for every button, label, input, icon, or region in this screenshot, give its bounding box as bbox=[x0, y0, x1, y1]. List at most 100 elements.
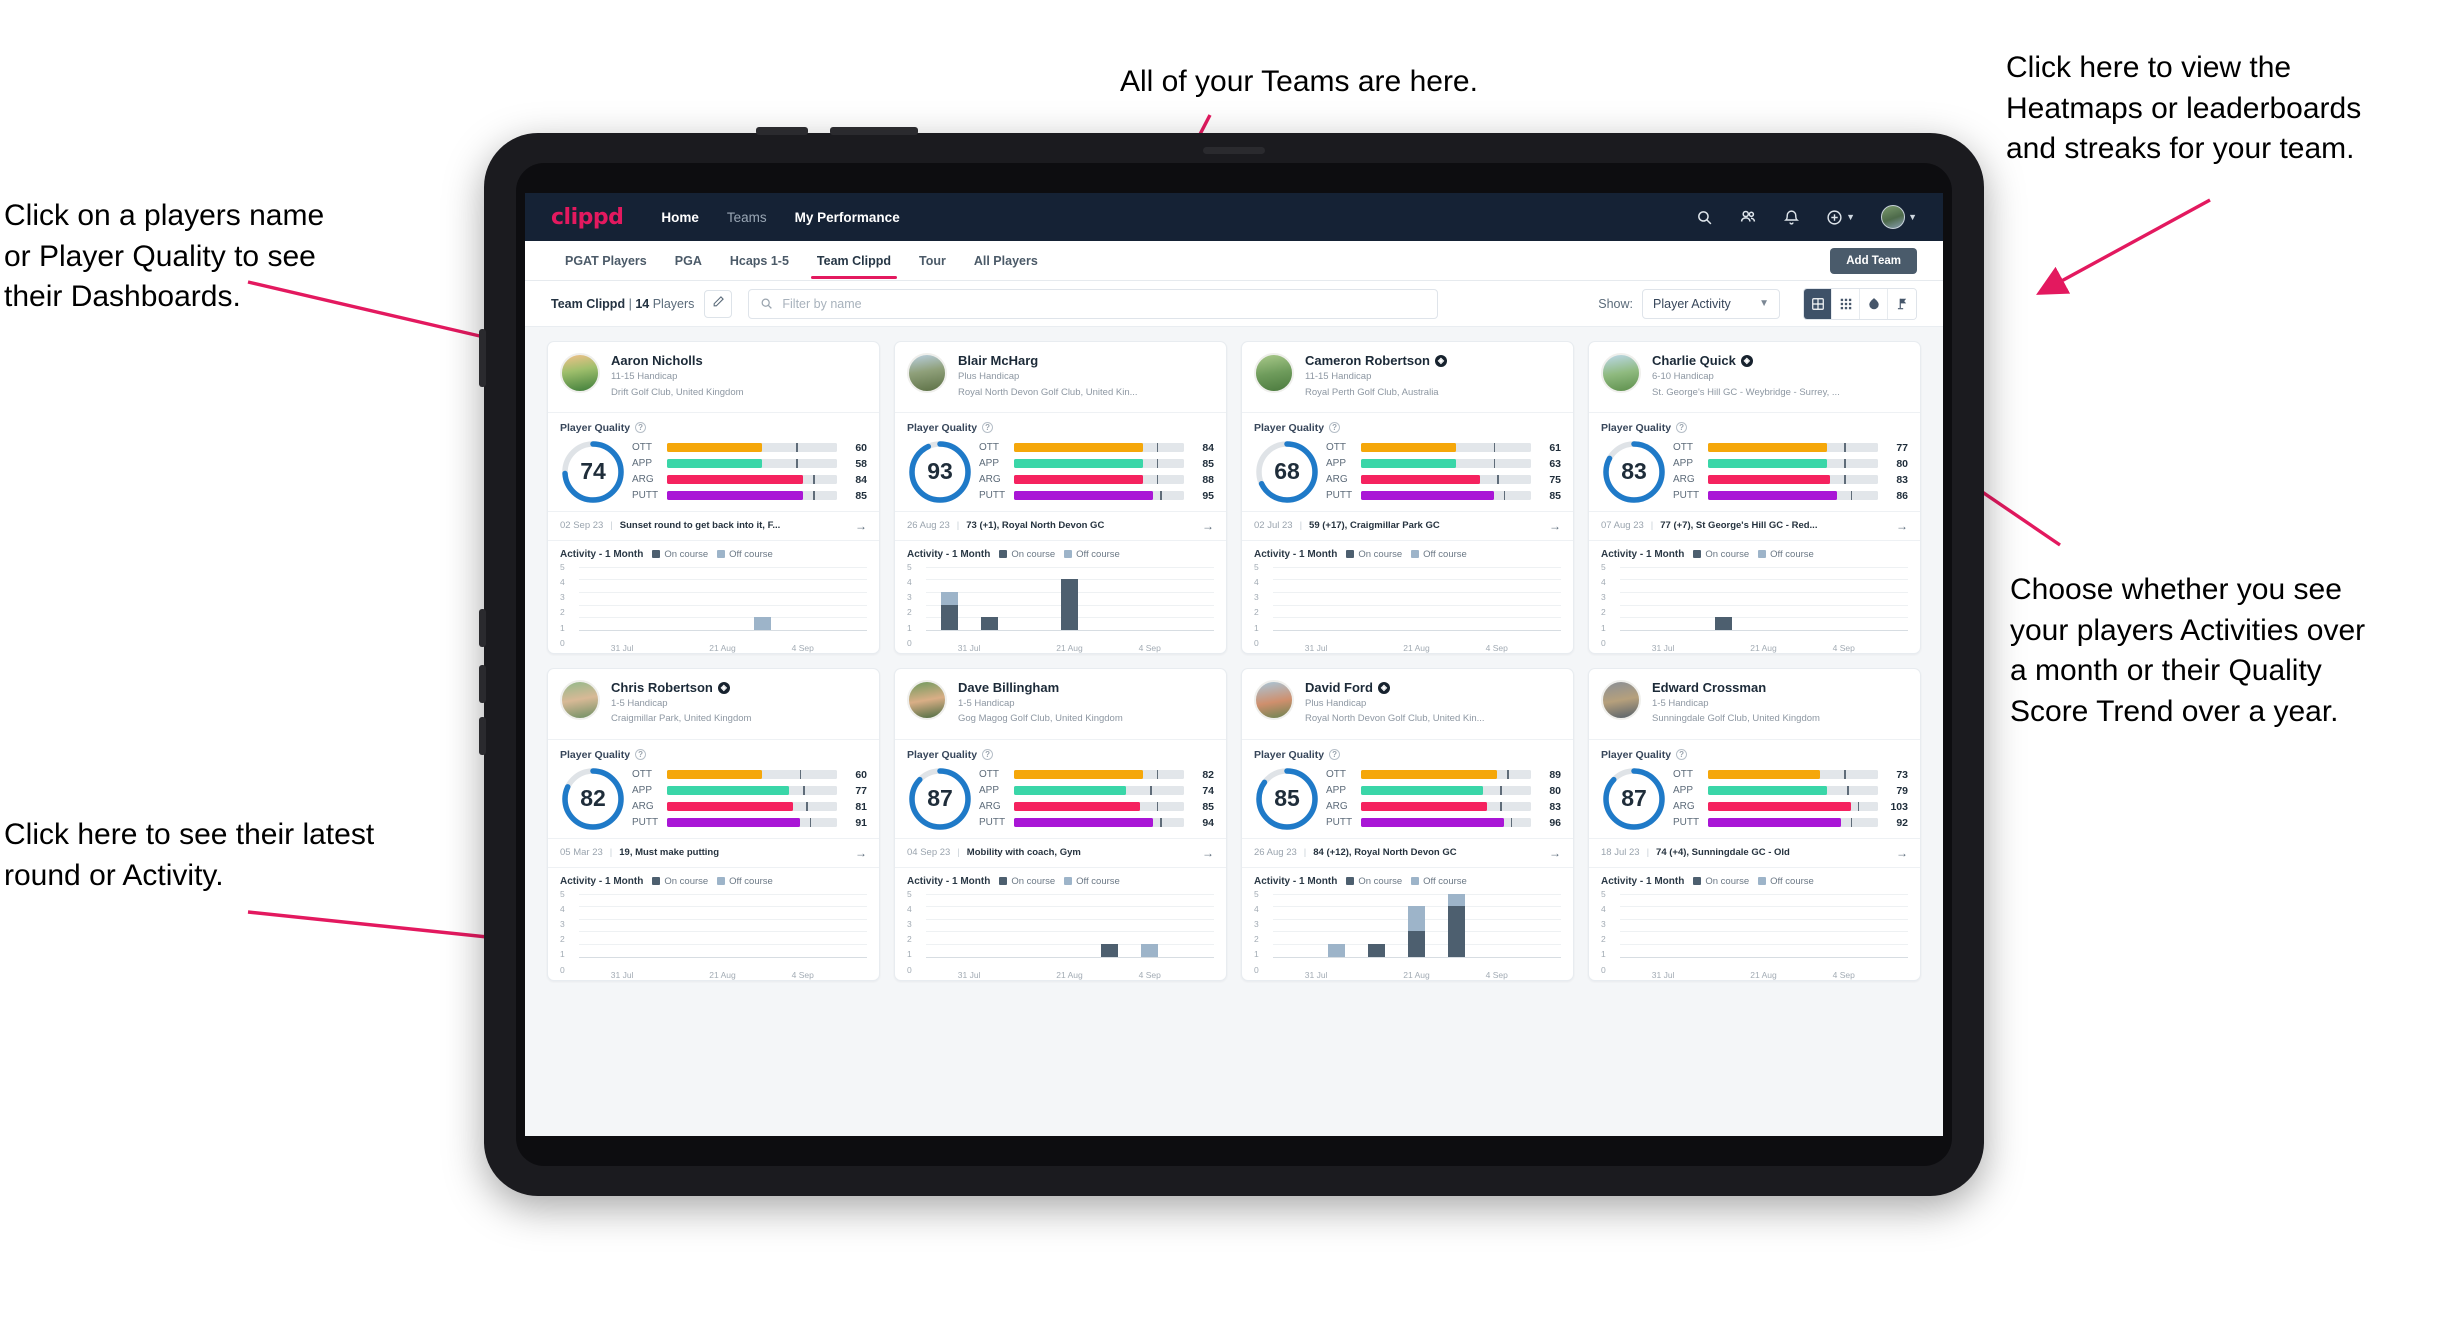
player-quality-section[interactable]: Player Quality? 87 OTT 82 APP 74 ARG 85 PUTT 94 bbox=[895, 740, 1226, 838]
player-card[interactable]: David Ford ◈ Plus Handicap Royal North Devo… bbox=[1241, 667, 1574, 981]
chart-bar-stack[interactable] bbox=[1714, 567, 1732, 630]
chart-bar-stack[interactable] bbox=[754, 567, 772, 630]
chart-bar-stack[interactable] bbox=[981, 894, 998, 957]
search-icon[interactable] bbox=[1696, 209, 1713, 226]
chart-bar-stack[interactable] bbox=[1835, 894, 1852, 957]
search-input[interactable]: Filter by name bbox=[748, 288, 1439, 319]
chart-bar-stack[interactable] bbox=[1448, 893, 1466, 957]
chart-bar-stack[interactable] bbox=[594, 567, 611, 630]
help-icon[interactable]: ? bbox=[1329, 749, 1341, 760]
people-icon[interactable] bbox=[1739, 208, 1757, 226]
arrow-right-icon[interactable]: → bbox=[1549, 846, 1561, 860]
avatar[interactable] bbox=[1601, 679, 1641, 720]
chart-bar-stack[interactable] bbox=[834, 567, 851, 630]
grid-large-icon[interactable] bbox=[1804, 288, 1832, 319]
tab-pga[interactable]: PGA bbox=[661, 243, 716, 279]
player-card[interactable]: Chris Robertson ◈ 1-5 Handicap Craigmillar … bbox=[547, 667, 880, 981]
chart-bar-stack[interactable] bbox=[1755, 894, 1772, 957]
help-icon[interactable]: ? bbox=[1676, 422, 1688, 434]
chart-bar-stack[interactable] bbox=[1021, 894, 1038, 957]
player-name[interactable]: Dave Billingham bbox=[958, 680, 1123, 696]
arrow-right-icon[interactable]: → bbox=[1202, 519, 1214, 533]
chart-bar-stack[interactable] bbox=[980, 567, 998, 630]
chart-bar-stack[interactable] bbox=[1101, 567, 1118, 630]
tab-team-clippd[interactable]: Team Clippd bbox=[803, 243, 905, 279]
avatar[interactable] bbox=[907, 353, 947, 393]
player-card-header[interactable]: Cameron Robertson ◈ 11-15 Handicap Royal Pe… bbox=[1242, 342, 1573, 413]
tab-tour[interactable]: Tour bbox=[905, 243, 960, 279]
power-button[interactable] bbox=[479, 329, 486, 387]
leaderboard-flag-icon[interactable] bbox=[1888, 288, 1916, 319]
chart-bar-stack[interactable] bbox=[714, 894, 731, 957]
chart-bar-stack[interactable] bbox=[1875, 894, 1892, 957]
chart-bar-stack[interactable] bbox=[1835, 567, 1852, 630]
arrow-right-icon[interactable]: → bbox=[855, 846, 867, 860]
help-icon[interactable]: ? bbox=[1329, 422, 1341, 434]
player-quality-section[interactable]: Player Quality? 82 OTT 60 APP 77 ARG 81 PUTT 91 bbox=[548, 740, 879, 838]
help-icon[interactable]: ? bbox=[635, 749, 647, 760]
edit-team-button[interactable] bbox=[704, 289, 733, 318]
chart-bar-stack[interactable] bbox=[1288, 567, 1305, 630]
chart-bar-stack[interactable] bbox=[674, 567, 691, 630]
add-team-button[interactable]: Add Team bbox=[1830, 247, 1917, 274]
chart-bar-stack[interactable] bbox=[1327, 894, 1345, 957]
player-card-header[interactable]: Aaron Nicholls 11-15 Handicap Drift Golf C… bbox=[548, 342, 879, 413]
chart-bar-stack[interactable] bbox=[834, 894, 851, 957]
chart-bar-stack[interactable] bbox=[1101, 894, 1119, 957]
chart-bar-stack[interactable] bbox=[594, 894, 611, 957]
chart-bar-stack[interactable] bbox=[1288, 894, 1305, 957]
nav-link-my-performance[interactable]: My Performance bbox=[795, 210, 900, 225]
avatar[interactable] bbox=[1601, 353, 1641, 393]
player-card-header[interactable]: Edward Crossman 1-5 Handicap Sunningdale G… bbox=[1589, 669, 1920, 740]
latest-round-row[interactable]: 02 Sep 23 | Sunset round to get back into … bbox=[548, 510, 879, 541]
player-card[interactable]: Dave Billingham 1-5 Handicap Gog Magog Gol… bbox=[894, 667, 1227, 981]
avatar[interactable] bbox=[1254, 353, 1294, 393]
grid-small-icon[interactable] bbox=[1832, 288, 1860, 319]
chart-bar-stack[interactable] bbox=[674, 894, 691, 957]
help-icon[interactable]: ? bbox=[1676, 749, 1688, 760]
bell-icon[interactable] bbox=[1783, 209, 1800, 226]
nav-link-teams[interactable]: Teams bbox=[727, 210, 767, 225]
player-card-header[interactable]: Chris Robertson ◈ 1-5 Handicap Craigmillar … bbox=[548, 669, 879, 740]
show-select[interactable]: Player Activity ▼ bbox=[1642, 288, 1780, 319]
latest-round-row[interactable]: 07 Aug 23 | 77 (+7), St George's Hill GC -… bbox=[1589, 510, 1920, 541]
chart-bar-stack[interactable] bbox=[1141, 567, 1158, 630]
tab-all-players[interactable]: All Players bbox=[960, 243, 1052, 279]
chart-bar-stack[interactable] bbox=[1181, 894, 1198, 957]
chart-bar-stack[interactable] bbox=[1181, 567, 1198, 630]
player-card-header[interactable]: David Ford ◈ Plus Handicap Royal North Devo… bbox=[1242, 669, 1573, 740]
player-name[interactable]: Aaron Nicholls bbox=[611, 353, 744, 369]
latest-round-row[interactable]: 05 Mar 23 | 19, Must make putting → bbox=[548, 837, 879, 868]
player-card-header[interactable]: Charlie Quick ◈ 6-10 Handicap St. George's … bbox=[1589, 342, 1920, 413]
chart-bar-stack[interactable] bbox=[1635, 894, 1652, 957]
avatar[interactable] bbox=[907, 679, 947, 720]
avatar[interactable] bbox=[560, 353, 600, 393]
help-icon[interactable]: ? bbox=[982, 422, 994, 434]
tab-hcaps-1-5[interactable]: Hcaps 1-5 bbox=[716, 243, 803, 279]
latest-round-row[interactable]: 26 Aug 23 | 73 (+1), Royal North Devon GC → bbox=[895, 510, 1226, 541]
help-icon[interactable]: ? bbox=[635, 422, 647, 434]
player-name[interactable]: Blair McHarg bbox=[958, 353, 1138, 369]
chart-bar-stack[interactable] bbox=[1875, 567, 1892, 630]
player-name[interactable]: Chris Robertson ◈ bbox=[611, 680, 751, 696]
chart-bar-stack[interactable] bbox=[1675, 894, 1692, 957]
player-card[interactable]: Aaron Nicholls 11-15 Handicap Drift Golf C… bbox=[547, 341, 880, 654]
chart-bar-stack[interactable] bbox=[634, 567, 651, 630]
chart-bar-stack[interactable] bbox=[941, 894, 958, 957]
player-card-header[interactable]: Blair McHarg Plus Handicap Royal North Dev… bbox=[895, 342, 1226, 413]
plus-circle-icon[interactable]: ▼ bbox=[1826, 209, 1855, 226]
latest-round-row[interactable]: 18 Jul 23 | 74 (+4), Sunningdale GC - Old → bbox=[1589, 837, 1920, 868]
arrow-right-icon[interactable]: → bbox=[855, 519, 867, 533]
chart-bar-stack[interactable] bbox=[794, 894, 811, 957]
chart-bar-stack[interactable] bbox=[1367, 894, 1385, 957]
player-quality-section[interactable]: Player Quality? 68 OTT 61 APP 63 ARG 75 PUTT 85 bbox=[1242, 413, 1573, 511]
chart-bar-stack[interactable] bbox=[1328, 567, 1345, 630]
latest-round-row[interactable]: 04 Sep 23 | Mobility with coach, Gym → bbox=[895, 837, 1226, 868]
chart-bar-stack[interactable] bbox=[1368, 567, 1385, 630]
chart-bar-stack[interactable] bbox=[1021, 567, 1038, 630]
chart-bar-stack[interactable] bbox=[940, 567, 958, 630]
help-icon[interactable]: ? bbox=[982, 749, 994, 760]
player-quality-section[interactable]: Player Quality? 74 OTT 60 APP 58 ARG 84 PUTT 85 bbox=[548, 413, 879, 511]
chart-bar-stack[interactable] bbox=[754, 894, 771, 957]
arrow-right-icon[interactable]: → bbox=[1896, 519, 1908, 533]
